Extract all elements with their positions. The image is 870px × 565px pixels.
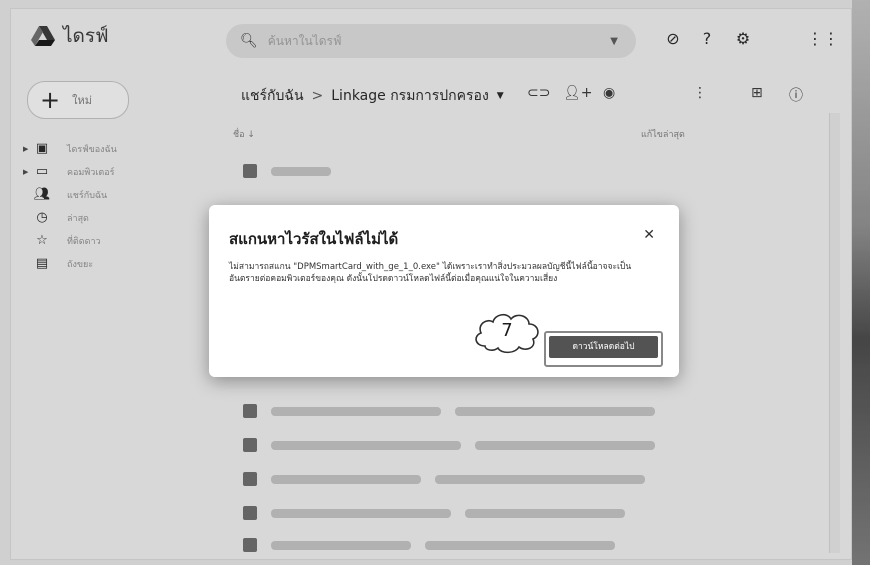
download-anyway-button[interactable]: ดาวน์โหลดต่อไป bbox=[544, 331, 663, 367]
virus-scan-warning-dialog: สแกนหาไวรัสในไฟล์ไม่ได้ ✕ ไม่สามารถสแกน … bbox=[209, 205, 679, 377]
dialog-message: ไม่สามารถสแกน "DPMSmartCard_with_ge_1_0.… bbox=[229, 262, 632, 284]
step-number-callout: 7 bbox=[501, 320, 513, 341]
close-icon[interactable]: ✕ bbox=[643, 227, 655, 243]
dialog-title: สแกนหาไวรัสในไฟล์ไม่ได้ bbox=[229, 230, 399, 248]
